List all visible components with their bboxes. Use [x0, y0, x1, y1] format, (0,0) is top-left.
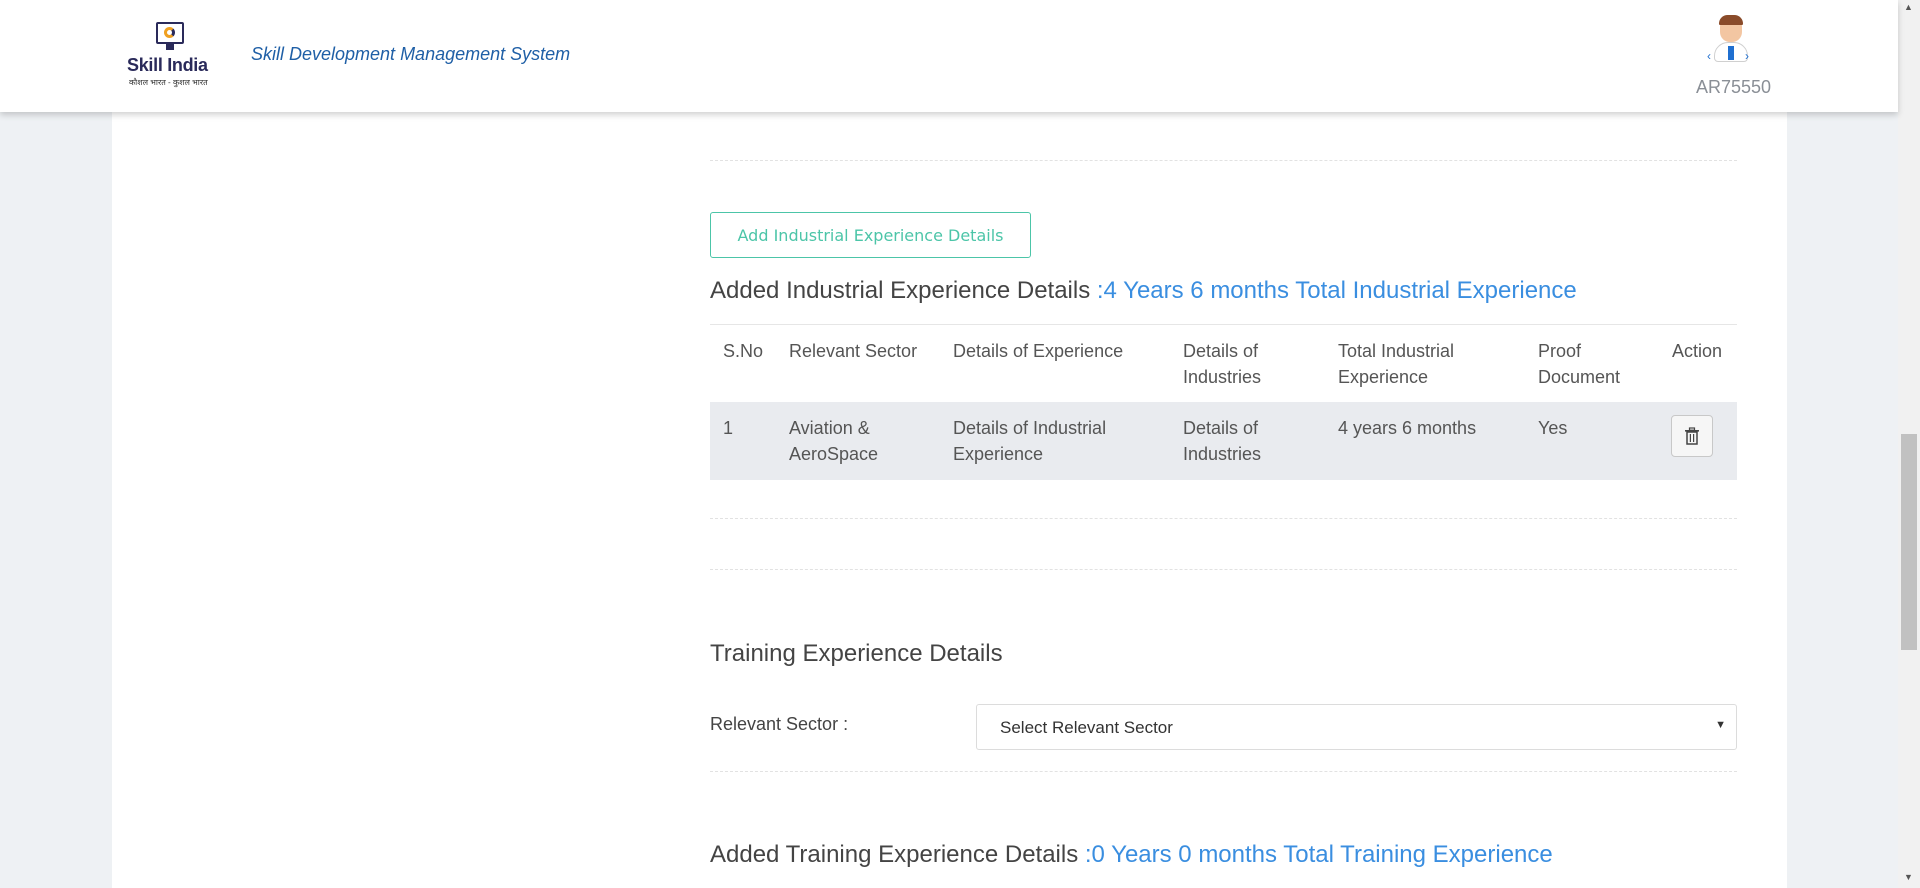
scroll-down-icon[interactable]: ▼ [1904, 872, 1913, 882]
col-action: Action [1672, 341, 1723, 361]
delete-button[interactable] [1671, 415, 1713, 457]
avatar-arrow-right-icon: › [1745, 49, 1749, 63]
app-title: Skill Development Management System [251, 44, 571, 64]
industrial-total: :4 Years 6 months Total Industrial Exper… [1096, 277, 1577, 304]
training-section-title: Training Experience Details [710, 640, 1003, 667]
cell-industries: Details of Industries [1183, 418, 1262, 464]
user-avatar-icon[interactable]: ‹ › [1707, 15, 1751, 64]
col-sno: S.No [723, 341, 764, 361]
table-header: S.No Relevant Sector Details of Experien… [710, 324, 1737, 403]
cell-proof: Yes [1538, 418, 1568, 438]
vertical-scrollbar[interactable]: ▲ ▼ [1898, 0, 1920, 888]
scroll-up-icon[interactable]: ▲ [1904, 2, 1913, 12]
add-industrial-experience-button[interactable]: Add Industrial Experience Details [710, 212, 1031, 258]
industrial-title-text: Added Industrial Experience Details [710, 277, 1097, 304]
cell-sno: 1 [723, 418, 734, 438]
avatar-arrow-left-icon: ‹ [1707, 49, 1711, 63]
cell-total: 4 years 6 months [1338, 418, 1477, 438]
divider [710, 771, 1737, 772]
col-total-experience: Total Industrial Experience [1338, 341, 1455, 387]
chevron-down-icon: ▼ [1715, 719, 1726, 731]
skill-india-logo[interactable]: Skill India कौशल भारत - कुशल भारत [126, 20, 216, 92]
logo-subtitle: कौशल भारत - कुशल भारत [129, 78, 208, 87]
avatar-hair [1719, 15, 1743, 25]
divider [710, 160, 1737, 161]
user-id[interactable]: AR75550 [1696, 77, 1771, 98]
logo-stand [166, 44, 174, 50]
cell-experience: Details of Industrial Experience [953, 418, 1107, 464]
avatar-tie [1728, 46, 1734, 60]
industrial-section-title: Added Industrial Experience Details :4 Y… [710, 277, 1577, 305]
logo-text: Skill India [127, 55, 208, 75]
added-training-title-text: Added Training Experience Details [710, 841, 1085, 868]
trash-icon [1685, 427, 1699, 445]
scrollbar-thumb[interactable] [1901, 434, 1917, 650]
added-training-section-title: Added Training Experience Details :0 Yea… [710, 841, 1553, 869]
relevant-sector-label: Relevant Sector : [710, 714, 849, 734]
cell-sector: Aviation & AeroSpace [789, 418, 879, 464]
relevant-sector-select[interactable]: Select Relevant Sector ▼ [976, 704, 1737, 750]
divider [710, 518, 1737, 519]
top-header: Skill India कौशल भारत - कुशल भारत Skill … [0, 0, 1898, 112]
training-total: :0 Years 0 months Total Training Experie… [1084, 841, 1553, 868]
logo-monitor-icon [156, 22, 184, 44]
table-row: 1 Aviation & AeroSpace Details of Indust… [710, 402, 1737, 480]
col-details-industries: Details of Industries [1183, 341, 1262, 387]
col-relevant-sector: Relevant Sector [789, 341, 918, 361]
relevant-sector-value: Select Relevant Sector [1000, 718, 1173, 737]
divider [710, 569, 1737, 570]
col-proof-document: Proof Document [1538, 341, 1621, 387]
col-details-experience: Details of Experience [953, 341, 1124, 361]
